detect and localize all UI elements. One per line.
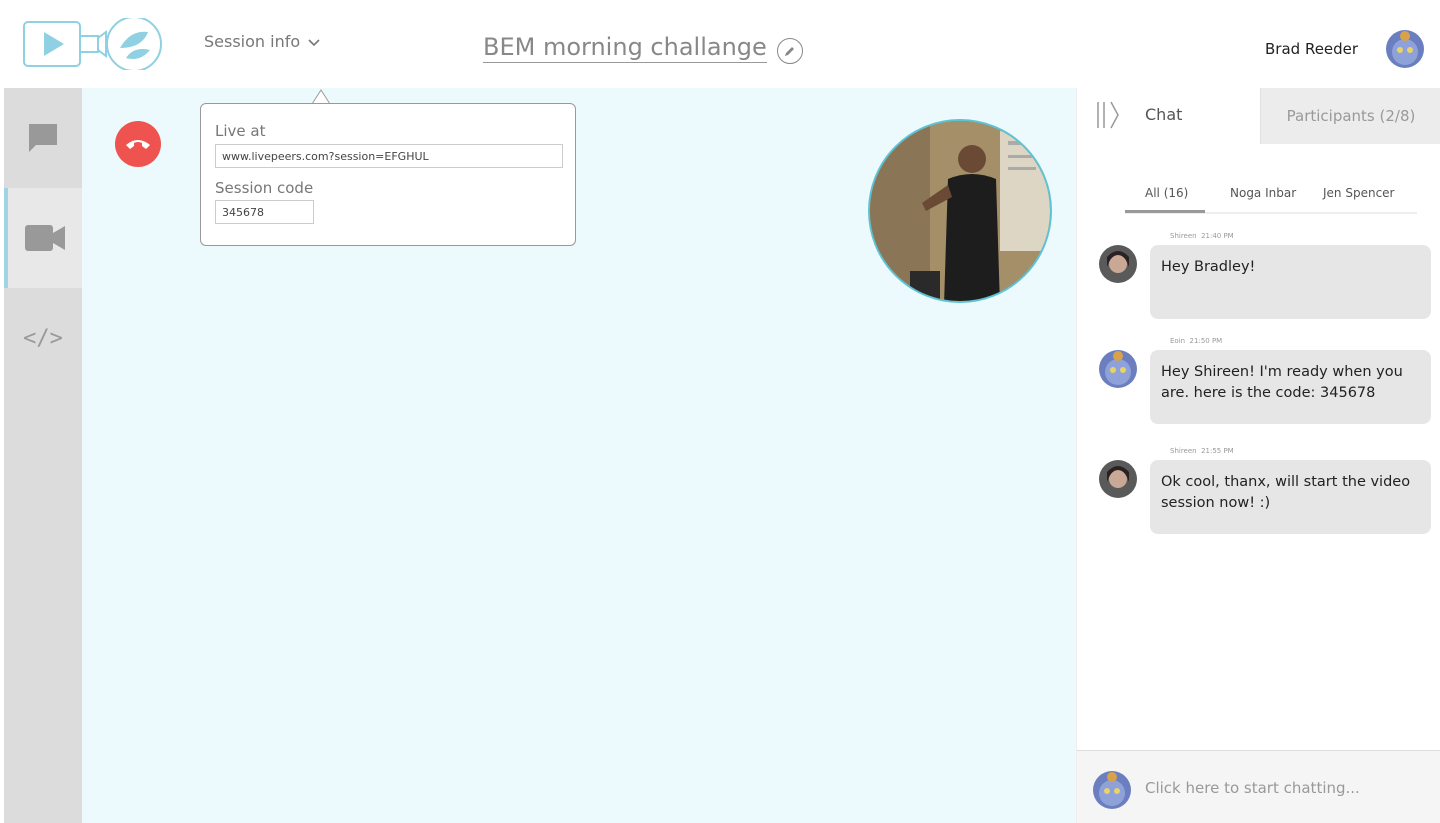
session-code-label: Session code [215,179,314,197]
message-meta: Shireen 21:55 PM [1170,447,1234,455]
user-name[interactable]: Brad Reeder [1265,40,1358,58]
session-title-wrap: BEM morning challange [483,30,803,64]
nav-item-code[interactable]: </> [4,288,82,388]
session-info-dropdown[interactable]: Session info [204,32,320,51]
logo-icon[interactable] [22,18,164,70]
chevron-down-icon [308,38,320,46]
message-bubble: Hey Bradley! [1150,245,1431,319]
message-bubble: Ok cool, thanx, will start the video ses… [1150,460,1431,534]
pencil-icon[interactable] [776,38,803,64]
session-code-field[interactable] [215,200,314,224]
user-avatar[interactable] [1386,30,1424,68]
message-meta: Shireen 21:40 PM [1170,232,1234,240]
phone-hangup-icon [126,140,150,149]
chat-panel: Chat Participants (2/8) All (16) Noga In… [1076,88,1440,823]
header: Session info BEM morning challange Brad … [0,0,1440,88]
filter-all[interactable]: All (16) [1145,186,1188,200]
message-meta: Eoin 21:50 PM [1170,337,1223,345]
filter-jen-spencer[interactable]: Jen Spencer [1323,186,1394,200]
code-icon: </> [23,325,63,351]
video-camera-icon [25,225,65,251]
avatar [1093,771,1131,809]
chat-tabbar: Chat Participants (2/8) [1077,88,1440,144]
chat-icon [29,124,57,152]
session-title[interactable]: BEM morning challange [483,32,767,63]
filter-noga-inbar[interactable]: Noga Inbar [1230,186,1296,200]
hang-up-button[interactable] [115,121,161,167]
left-nav: </> [4,88,82,823]
avatar[interactable] [1099,460,1137,498]
avatar[interactable] [1099,245,1137,283]
tab-chat[interactable]: Chat [1145,105,1182,124]
avatar[interactable] [1099,350,1137,388]
active-filter-underline [1125,210,1205,213]
chat-input[interactable]: Click here to start chatting... [1145,779,1425,797]
nav-item-chat[interactable] [4,88,82,188]
app: Session info BEM morning challange Brad … [0,0,1440,823]
chat-filters: All (16) Noga Inbar Jen Spencer [1125,186,1417,214]
tab-participants[interactable]: Participants (2/8) [1260,88,1440,144]
message-bubble: Hey Shireen! I'm ready when you are. her… [1150,350,1431,424]
tab-participants-label: Participants (2/8) [1286,107,1416,125]
chat-composer: Click here to start chatting... [1077,750,1440,823]
live-at-label: Live at [215,122,266,140]
session-info-label: Session info [204,32,301,51]
session-info-popover: Live at Session code [200,103,576,246]
collapse-panel-icon[interactable] [1095,100,1121,130]
live-at-url-field[interactable] [215,144,563,168]
nav-item-video[interactable] [4,188,82,288]
participant-video[interactable] [868,119,1052,303]
